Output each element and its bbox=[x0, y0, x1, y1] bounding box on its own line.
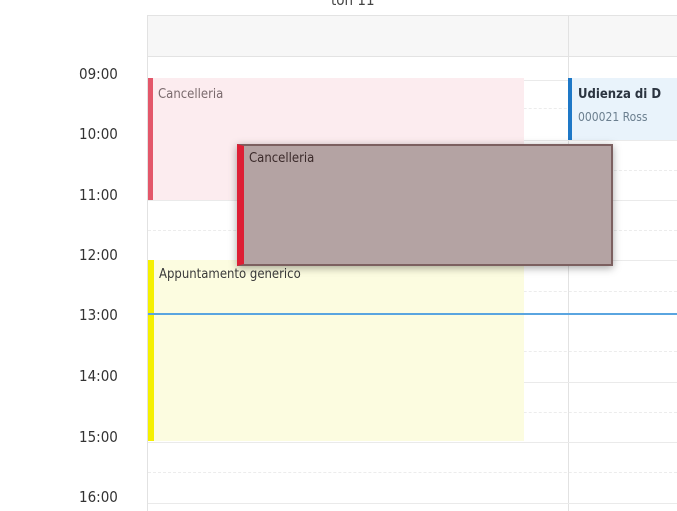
day-header[interactable]: ton 11 bbox=[331, 0, 375, 9]
all-day-row[interactable] bbox=[147, 15, 677, 57]
event-cancelleria-dragging[interactable]: Cancelleria bbox=[237, 144, 613, 266]
time-label: 11:00 bbox=[79, 186, 118, 204]
time-label: 10:00 bbox=[79, 125, 118, 143]
time-label: 13:00 bbox=[79, 306, 118, 324]
time-label: 12:00 bbox=[79, 246, 118, 264]
time-label: 16:00 bbox=[79, 488, 118, 506]
hour-line bbox=[148, 442, 677, 443]
event-udienza[interactable]: Udienza di D 000021 Ross bbox=[568, 78, 677, 140]
current-time-indicator bbox=[148, 313, 677, 315]
half-hour-line bbox=[148, 472, 677, 473]
time-label: 09:00 bbox=[79, 65, 118, 83]
event-appuntamento-generico[interactable]: Appuntamento generico bbox=[148, 260, 524, 441]
time-label: 14:00 bbox=[79, 367, 118, 385]
event-title: Cancelleria bbox=[158, 87, 224, 102]
event-title: Appuntamento generico bbox=[159, 267, 301, 282]
event-title: Udienza di D bbox=[578, 87, 662, 102]
hour-line bbox=[148, 503, 677, 504]
time-label: 15:00 bbox=[79, 428, 118, 446]
event-title: Cancelleria bbox=[249, 151, 315, 166]
event-subtitle: 000021 Ross bbox=[578, 110, 648, 124]
